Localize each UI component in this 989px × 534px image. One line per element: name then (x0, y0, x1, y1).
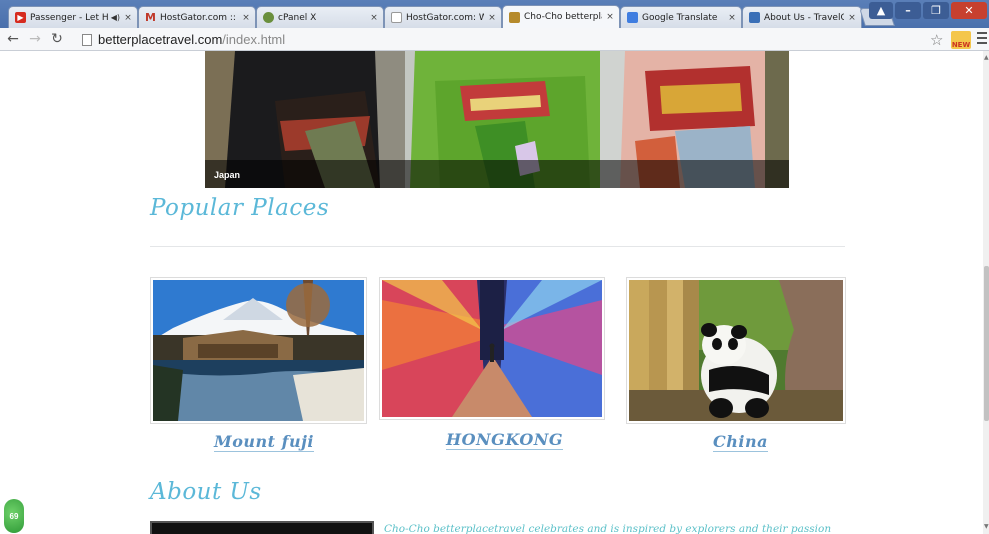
browser-tab-strip: ▶ Passenger - Let H ◀) × M HostGator.com… (0, 0, 989, 28)
tab-close-icon[interactable]: × (847, 13, 857, 23)
popular-places-heading: Popular Places (150, 195, 330, 221)
maximize-button[interactable]: ❐ (923, 2, 949, 19)
google-translate-icon (627, 12, 638, 23)
browser-tab-hostgator-2[interactable]: HostGator.com: We a × (384, 6, 502, 28)
card-label-mount-fuji[interactable]: Mount fuji (214, 432, 314, 452)
hongkong-image[interactable] (382, 280, 602, 417)
site-favicon-icon (749, 12, 760, 23)
bookmark-star-icon[interactable]: ☆ (930, 31, 943, 49)
about-us-heading: About Us (150, 479, 262, 505)
scroll-up-arrow-icon[interactable]: ▲ (984, 54, 989, 61)
card-image-frame (379, 277, 605, 420)
tab-close-icon[interactable]: × (487, 13, 497, 23)
back-arrow-icon[interactable]: ← (4, 30, 22, 48)
browser-tab-about-us[interactable]: About Us - TravelCha × (742, 6, 862, 28)
browser-tab-cpanel[interactable]: cPanel X × (256, 6, 384, 28)
hamburger-menu-icon[interactable] (977, 32, 987, 47)
tab-close-icon[interactable]: × (241, 13, 251, 23)
reload-icon[interactable]: ↻ (48, 30, 66, 48)
tab-close-icon[interactable]: × (123, 13, 133, 23)
browser-tab-hostgator[interactable]: M HostGator.com :: You × (138, 6, 256, 28)
user-profile-icon[interactable]: ▲ (869, 2, 893, 19)
cpanel-icon (263, 12, 274, 23)
page-viewport: Japan Popular Places Mount fuji HONGKONG… (0, 51, 989, 534)
forward-arrow-icon[interactable]: → (26, 30, 44, 48)
page-icon (82, 33, 92, 46)
url-path: /index.html (222, 32, 286, 47)
page-icon (391, 12, 402, 23)
floating-counter-badge[interactable]: 69 (4, 499, 24, 533)
url-host: betterplacetravel.com (98, 32, 223, 47)
audio-icon[interactable]: ◀) (111, 13, 120, 22)
hero-caption: Japan (205, 160, 789, 188)
youtube-icon: ▶ (15, 12, 26, 23)
about-us-image (150, 521, 374, 534)
close-window-button[interactable]: ✕ (951, 2, 987, 19)
window-controls: ▲ – ❐ ✕ (869, 2, 987, 20)
card-image-frame (150, 277, 367, 424)
browser-tab-google-translate[interactable]: Google Translate × (620, 6, 742, 28)
extension-new-icon[interactable]: NEW (951, 31, 971, 49)
hero-slideshow[interactable]: Japan (205, 51, 789, 188)
gmail-icon: M (145, 11, 156, 24)
site-favicon-icon (509, 11, 520, 23)
scrollbar-thumb[interactable] (984, 266, 989, 421)
mount-fuji-image[interactable] (153, 280, 364, 421)
panda-image[interactable] (629, 280, 843, 421)
tab-close-icon[interactable]: × (605, 12, 615, 22)
card-image-frame (626, 277, 846, 424)
tab-close-icon[interactable]: × (727, 13, 737, 23)
about-us-text: Cho-Cho betterplacetravel celebrates and… (384, 523, 832, 534)
card-label-hongkong[interactable]: HONGKONG (446, 430, 564, 450)
minimize-button[interactable]: – (895, 2, 921, 19)
browser-tab-passenger[interactable]: ▶ Passenger - Let H ◀) × (8, 6, 138, 28)
browser-toolbar: ← → ↻ betterplacetravel.com/index.html ☆… (0, 28, 989, 51)
address-bar[interactable]: betterplacetravel.com/index.html (82, 30, 924, 49)
scroll-down-arrow-icon[interactable]: ▼ (984, 523, 989, 530)
browser-tab-chocho[interactable]: Cho-Cho betterplace × (502, 5, 620, 28)
section-divider (150, 246, 845, 247)
card-label-china[interactable]: China (713, 432, 768, 452)
tab-close-icon[interactable]: × (369, 13, 379, 23)
